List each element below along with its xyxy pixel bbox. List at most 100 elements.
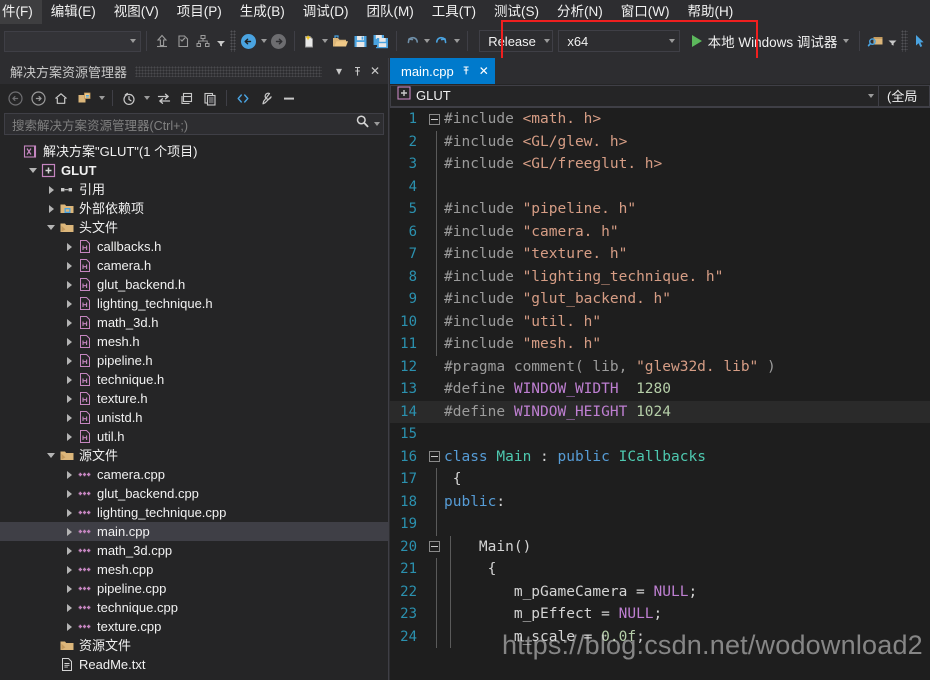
menu-help[interactable]: 帮助(H) xyxy=(678,0,742,24)
menu-edit[interactable]: 编辑(E) xyxy=(42,0,105,24)
chevron-right-icon[interactable] xyxy=(62,370,76,389)
code-line[interactable]: 4 xyxy=(390,175,930,198)
menu-file[interactable]: 件(F) xyxy=(0,0,42,24)
chevron-right-icon[interactable] xyxy=(62,237,76,256)
toolbar-grip[interactable] xyxy=(229,30,237,52)
chevron-right-icon[interactable] xyxy=(44,199,58,218)
chevron-down-icon[interactable] xyxy=(44,218,58,237)
show-all-files-icon[interactable] xyxy=(232,87,254,109)
tree-item[interactable]: ReadMe.txt xyxy=(0,655,388,674)
tree-item[interactable]: glut_backend.h xyxy=(0,275,388,294)
collapse-minus-icon[interactable] xyxy=(424,541,444,553)
chevron-right-icon[interactable] xyxy=(62,332,76,351)
refresh-icon[interactable] xyxy=(176,87,198,109)
tree-item[interactable]: texture.cpp xyxy=(0,617,388,636)
new-item-icon[interactable] xyxy=(173,29,193,53)
tree-item[interactable]: pipeline.cpp xyxy=(0,579,388,598)
code-line[interactable]: 6 #include "camera. h" xyxy=(390,220,930,243)
tree-item[interactable]: mesh.cpp xyxy=(0,560,388,579)
tree-item[interactable]: lighting_technique.cpp xyxy=(0,503,388,522)
code-line[interactable]: 3 #include <GL/freeglut. h> xyxy=(390,153,930,176)
undo-icon[interactable] xyxy=(402,29,422,53)
switch-views-icon[interactable] xyxy=(73,87,95,109)
menu-tools[interactable]: 工具(T) xyxy=(423,0,485,24)
chevron-right-icon[interactable] xyxy=(62,617,76,636)
chevron-right-icon[interactable] xyxy=(62,503,76,522)
menu-view[interactable]: 视图(V) xyxy=(105,0,168,24)
code-line[interactable]: 2 #include <GL/glew. h> xyxy=(390,130,930,153)
code-line[interactable]: 1 #include <math. h> xyxy=(390,108,930,131)
tree-item[interactable]: 头文件 xyxy=(0,218,388,237)
toolbar-grip[interactable] xyxy=(900,30,908,52)
code-line[interactable]: 17 { xyxy=(390,468,930,491)
solution-platform-combo[interactable]: x64 xyxy=(558,30,680,52)
new-project-icon[interactable] xyxy=(300,29,320,53)
navbar-scope-combo[interactable]: GLUT xyxy=(390,84,879,107)
tree-item[interactable]: camera.h xyxy=(0,256,388,275)
tree-item[interactable]: GLUT xyxy=(0,161,388,180)
code-line[interactable]: 12 #pragma comment( lib, "glew32d. lib" ) xyxy=(390,356,930,379)
tree-item[interactable]: mesh.h xyxy=(0,332,388,351)
start-debugging-button[interactable]: 本地 Windows 调试器 xyxy=(687,29,855,53)
code-line[interactable]: 5 #include "pipeline. h" xyxy=(390,198,930,221)
home-icon[interactable] xyxy=(50,87,72,109)
tree-item[interactable]: util.h xyxy=(0,427,388,446)
tree-item[interactable]: math_3d.cpp xyxy=(0,541,388,560)
tree-item[interactable]: 引用 xyxy=(0,180,388,199)
tree-item[interactable]: lighting_technique.h xyxy=(0,294,388,313)
collapse-minus-icon[interactable] xyxy=(424,451,444,463)
chevron-right-icon[interactable] xyxy=(62,389,76,408)
pin-tab-icon[interactable] xyxy=(461,65,472,78)
code-line[interactable]: 21 { xyxy=(390,558,930,581)
tree-item[interactable]: technique.cpp xyxy=(0,598,388,617)
code-line[interactable]: 14 #define WINDOW_HEIGHT 1024 xyxy=(390,400,930,423)
chevron-right-icon[interactable] xyxy=(62,275,76,294)
chevron-right-icon[interactable] xyxy=(62,465,76,484)
chevron-down-icon[interactable] xyxy=(44,446,58,465)
forward-icon[interactable] xyxy=(27,87,49,109)
menu-test[interactable]: 测试(S) xyxy=(485,0,548,24)
code-line[interactable]: 11 #include "mesh. h" xyxy=(390,333,930,356)
code-line[interactable]: 18 public: xyxy=(390,490,930,513)
chevron-right-icon[interactable] xyxy=(44,180,58,199)
chevron-right-icon[interactable] xyxy=(62,427,76,446)
filter-icon[interactable] xyxy=(886,29,899,53)
undo-dropdown[interactable] xyxy=(422,30,431,52)
code-line[interactable]: 7 #include "texture. h" xyxy=(390,243,930,266)
filter-icon[interactable] xyxy=(214,29,228,53)
code-line[interactable]: 16 class Main : public ICallbacks xyxy=(390,446,930,469)
tree-item[interactable]: main.cpp xyxy=(0,522,388,541)
save-all-icon[interactable] xyxy=(370,29,390,53)
chevron-right-icon[interactable] xyxy=(62,560,76,579)
chevron-right-icon[interactable] xyxy=(62,313,76,332)
tree-item[interactable]: glut_backend.cpp xyxy=(0,484,388,503)
pending-changes-icon[interactable] xyxy=(118,87,140,109)
code-line[interactable]: 8 #include "lighting_technique. h" xyxy=(390,265,930,288)
new-project-dropdown[interactable] xyxy=(320,30,329,52)
code-line[interactable]: 10 #include "util. h" xyxy=(390,310,930,333)
chevron-down-icon[interactable] xyxy=(26,161,40,180)
code-line[interactable]: 9 #include "glut_backend. h" xyxy=(390,288,930,311)
menu-debug[interactable]: 调试(D) xyxy=(294,0,358,24)
chevron-right-icon[interactable] xyxy=(62,598,76,617)
collapse-all-icon[interactable] xyxy=(199,87,221,109)
pending-changes-dropdown[interactable] xyxy=(141,87,152,109)
close-icon[interactable]: ✕ xyxy=(366,62,384,80)
code-line[interactable]: 22 m_pGameCamera = NULL; xyxy=(390,580,930,603)
tree-item[interactable]: pipeline.h xyxy=(0,351,388,370)
chevron-right-icon[interactable] xyxy=(62,541,76,560)
hierarchy-icon[interactable] xyxy=(193,29,213,53)
redo-dropdown[interactable] xyxy=(452,30,461,52)
chevron-right-icon[interactable] xyxy=(62,484,76,503)
code-line[interactable]: 20 Main() xyxy=(390,535,930,558)
code-line[interactable]: 15 xyxy=(390,423,930,446)
pointer-select-icon[interactable] xyxy=(910,29,930,53)
quick-launch-combo[interactable] xyxy=(4,30,142,52)
close-tab-icon[interactable]: ✕ xyxy=(479,65,489,77)
chevron-right-icon[interactable] xyxy=(62,579,76,598)
collapse-minus-icon[interactable] xyxy=(424,113,444,125)
chevron-right-icon[interactable] xyxy=(62,351,76,370)
code-line[interactable]: 13 #define WINDOW_WIDTH 1280 xyxy=(390,378,930,401)
tree-item[interactable]: camera.cpp xyxy=(0,465,388,484)
menu-build[interactable]: 生成(B) xyxy=(231,0,294,24)
